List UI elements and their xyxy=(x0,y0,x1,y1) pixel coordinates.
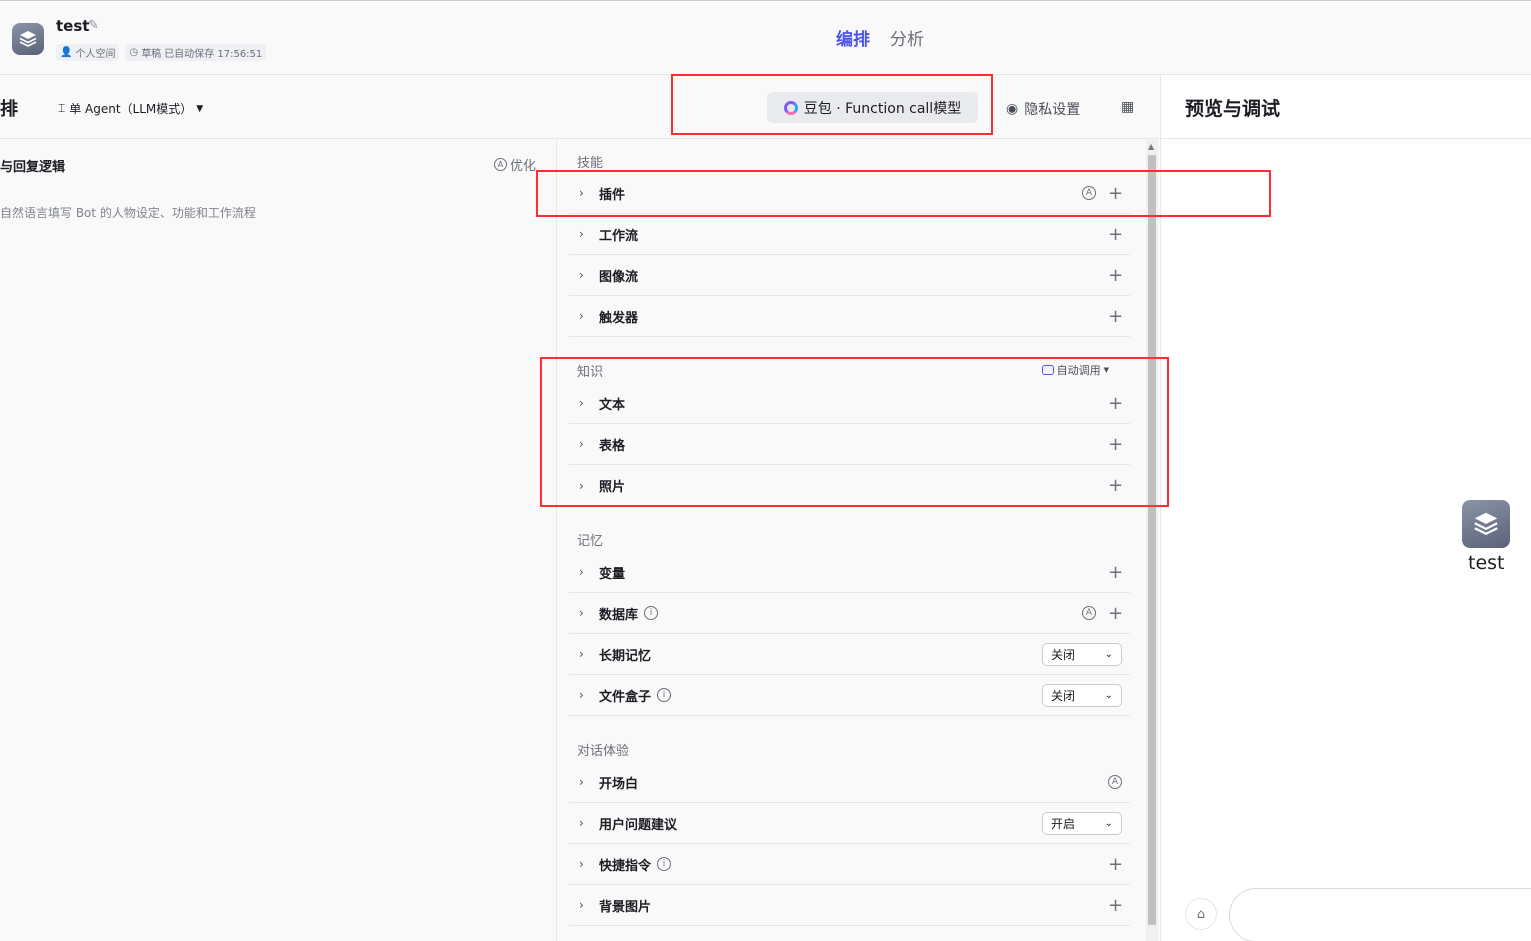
skills-label: 技能 xyxy=(577,156,604,171)
chevron-right-icon: › xyxy=(579,437,584,451)
memory-item-long-term[interactable]: › 长期记忆 关闭 ⌄ xyxy=(569,634,1130,675)
chevron-down-icon: ⌄ xyxy=(1104,648,1113,660)
bot-avatar[interactable] xyxy=(12,23,44,55)
add-shortcut-icon[interactable]: + xyxy=(1108,854,1123,875)
chevron-down-icon: ⌄ xyxy=(1104,689,1113,701)
model-select-button[interactable]: 豆包 · Function call模型 xyxy=(767,92,978,123)
skills-column: 技能 › 插件 A + › 工作流 + › 图像流 + › 触发器 + 知识 自… xyxy=(557,139,1146,941)
auto-call-select[interactable]: 自动调用 ▼ xyxy=(1041,362,1109,378)
chevron-right-icon: › xyxy=(579,478,584,493)
chevron-right-icon: › xyxy=(579,565,584,579)
preview-panel: 预览与调试 test ⌂ xyxy=(1160,75,1531,941)
preview-title: 预览与调试 xyxy=(1185,98,1281,120)
auto-icon[interactable]: A xyxy=(1082,186,1096,200)
skill-item-trigger[interactable]: › 触发器 + xyxy=(569,296,1130,337)
privacy-settings-button[interactable]: ◉ 隐私设置 xyxy=(1006,99,1080,119)
chevron-right-icon: › xyxy=(579,898,584,912)
chevron-right-icon: › xyxy=(579,688,584,702)
chevron-right-icon: › xyxy=(579,396,584,410)
chevron-down-icon: ⌄ xyxy=(1104,817,1113,829)
knowledge-item-text[interactable]: › 文本 + xyxy=(569,383,1130,424)
scrollbar[interactable]: ▲ xyxy=(1146,139,1158,941)
panel-title: 排 xyxy=(0,99,18,120)
auto-icon[interactable]: A xyxy=(1108,775,1122,789)
experience-item-background[interactable]: › 背景图片 + xyxy=(569,885,1130,926)
skill-item-plugin[interactable]: › 插件 A + xyxy=(569,173,1130,214)
chat-input[interactable] xyxy=(1229,888,1531,941)
broom-icon: ⌂ xyxy=(1196,906,1206,922)
preview-header: 预览与调试 xyxy=(1161,75,1531,139)
layers-icon xyxy=(1474,512,1498,536)
chevron-right-icon: › xyxy=(579,647,584,661)
clear-history-button[interactable]: ⌂ xyxy=(1185,898,1217,930)
edit-icon[interactable]: ✎ xyxy=(88,18,99,33)
add-photo-icon[interactable]: + xyxy=(1108,475,1123,496)
chevron-right-icon: › xyxy=(579,857,584,871)
caret-down-icon: ▼ xyxy=(196,103,204,114)
scroll-thumb[interactable] xyxy=(1148,155,1156,925)
chevron-right-icon: › xyxy=(579,606,584,620)
memory-label: 记忆 xyxy=(577,534,604,549)
knowledge-item-table[interactable]: › 表格 + xyxy=(569,424,1130,465)
suggestions-select[interactable]: 开启 ⌄ xyxy=(1042,811,1122,835)
bot-name: test xyxy=(56,17,90,35)
auto-icon: A xyxy=(494,158,507,171)
space-badge: 👤 个人空间 xyxy=(56,44,120,61)
chevron-right-icon: › xyxy=(579,816,584,830)
prompt-title: 与回复逻辑 xyxy=(0,160,66,175)
add-text-icon[interactable]: + xyxy=(1108,393,1123,414)
knowledge-item-photo[interactable]: › 照片 + xyxy=(569,465,1130,506)
experience-item-opening[interactable]: › 开场白 A xyxy=(569,762,1130,803)
eye-icon: ◉ xyxy=(1006,101,1019,117)
skill-item-workflow[interactable]: › 工作流 + xyxy=(569,214,1130,255)
add-workflow-icon[interactable]: + xyxy=(1108,224,1123,245)
draft-badge: ◷ 草稿 已自动保存 17:56:51 xyxy=(125,44,267,61)
add-variable-icon[interactable]: + xyxy=(1108,562,1123,583)
auto-icon[interactable]: A xyxy=(1082,606,1096,620)
file-box-select[interactable]: 关闭 ⌄ xyxy=(1042,683,1122,707)
arrange-panel: 排 ⌶ 单 Agent（LLM模式） ▼ 豆包 · Function call模… xyxy=(0,75,1159,941)
top-bar: test ✎ 👤 个人空间 ◷ 草稿 已自动保存 17:56:51 编排 分析 xyxy=(0,0,1531,75)
experience-item-shortcuts[interactable]: › 快捷指令 i + xyxy=(569,844,1130,885)
auto-call-icon xyxy=(1041,365,1054,375)
tab-analysis[interactable]: 分析 xyxy=(890,25,924,50)
info-icon[interactable]: i xyxy=(657,857,672,871)
experience-item-suggestions[interactable]: › 用户问题建议 开启 ⌄ xyxy=(569,803,1130,844)
memory-item-file-box[interactable]: › 文件盒子 i 关闭 ⌄ xyxy=(569,675,1130,716)
layers-icon xyxy=(19,31,37,47)
user-icon: 👤 xyxy=(60,47,73,58)
agent-mode-select[interactable]: ⌶ 单 Agent（LLM模式） ▼ xyxy=(58,100,203,117)
chevron-right-icon: › xyxy=(579,309,584,323)
prompt-input[interactable]: 自然语言填写 Bot 的人物设定、功能和工作流程 xyxy=(0,204,256,221)
add-imageflow-icon[interactable]: + xyxy=(1108,265,1123,286)
doubao-logo-icon xyxy=(783,100,798,115)
info-icon[interactable]: i xyxy=(657,688,672,702)
add-table-icon[interactable]: + xyxy=(1108,434,1123,455)
memory-item-database[interactable]: › 数据库 i A + xyxy=(569,593,1130,634)
optimize-button[interactable]: A 优化 xyxy=(494,155,536,174)
knowledge-label: 知识 xyxy=(577,365,604,380)
layout-grid-icon[interactable]: ▦ xyxy=(1121,99,1134,115)
chevron-right-icon: › xyxy=(579,186,584,200)
agent-icon: ⌶ xyxy=(58,101,66,115)
memory-item-variable[interactable]: › 变量 + xyxy=(569,552,1130,593)
chevron-right-icon: › xyxy=(579,227,584,241)
add-plugin-icon[interactable]: + xyxy=(1108,183,1123,204)
caret-down-icon: ▼ xyxy=(1103,366,1109,374)
experience-label: 对话体验 xyxy=(577,744,630,759)
info-icon[interactable]: i xyxy=(644,606,659,620)
skill-item-imageflow[interactable]: › 图像流 + xyxy=(569,255,1130,296)
panel-header: 排 ⌶ 单 Agent（LLM模式） ▼ 豆包 · Function call模… xyxy=(0,75,1159,139)
add-database-icon[interactable]: + xyxy=(1108,603,1123,624)
clock-icon: ◷ xyxy=(129,47,139,58)
long-term-memory-select[interactable]: 关闭 ⌄ xyxy=(1042,642,1122,666)
add-trigger-icon[interactable]: + xyxy=(1108,306,1123,327)
preview-bot-name: test xyxy=(1468,552,1505,574)
chevron-right-icon: › xyxy=(579,775,584,789)
add-background-icon[interactable]: + xyxy=(1108,895,1123,916)
scroll-up-arrow-icon[interactable]: ▲ xyxy=(1148,142,1154,151)
chevron-right-icon: › xyxy=(579,268,584,282)
tab-arrange[interactable]: 编排 xyxy=(836,25,870,50)
preview-bot-avatar xyxy=(1462,500,1510,548)
